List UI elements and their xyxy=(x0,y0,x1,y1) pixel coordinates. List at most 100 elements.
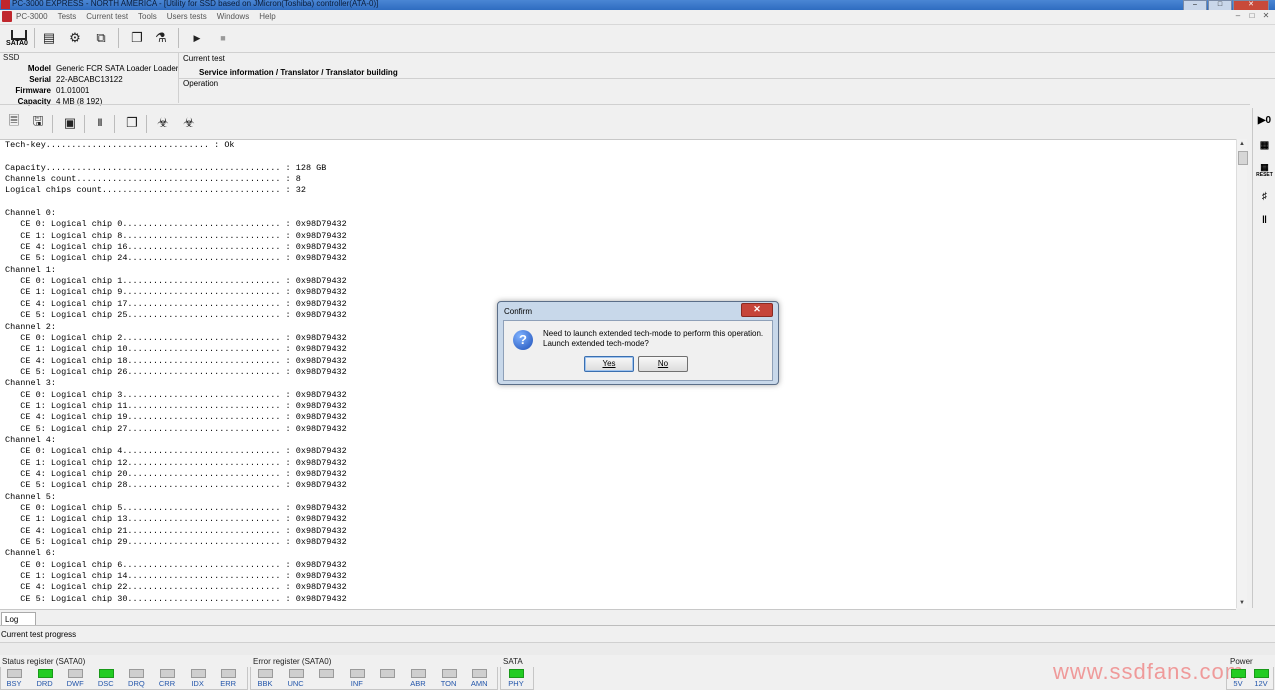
multi-device-icon[interactable]: ⧉ xyxy=(91,28,111,48)
progress-bar xyxy=(0,642,1275,655)
progress-label: Current test progress xyxy=(1,630,77,639)
no-label: No xyxy=(657,359,669,368)
led-label: PHY xyxy=(508,679,524,688)
log-line: CE 0: Logical chip 6....................… xyxy=(5,559,347,570)
copy-windows-icon[interactable]: ❐ xyxy=(127,28,147,48)
log-line: CE 5: Logical chip 24...................… xyxy=(5,253,347,264)
copy-icon[interactable]: ❐ xyxy=(122,113,142,133)
led-label: IDX xyxy=(191,679,204,688)
watermark: www.ssdfans.com xyxy=(1053,659,1245,684)
log-line: CE 4: Logical chip 20...................… xyxy=(5,468,347,479)
menu-windows[interactable]: Windows xyxy=(217,12,249,21)
log-line: CE 1: Logical chip 8....................… xyxy=(5,230,347,241)
log-line: CE 4: Logical chip 16...................… xyxy=(5,242,347,253)
menu-tests[interactable]: Tests xyxy=(58,12,77,21)
menu-tools[interactable]: Tools xyxy=(138,12,157,21)
tab-strip-line xyxy=(0,625,1275,626)
drive-info-icon[interactable]: ▤ xyxy=(39,28,59,48)
log-line: Logical chips count.....................… xyxy=(5,185,306,196)
play-icon[interactable]: ▶ xyxy=(187,28,207,48)
pause-side-icon[interactable]: ‖ xyxy=(1254,210,1275,230)
no-button[interactable]: No xyxy=(638,356,688,372)
scroll-down-icon[interactable]: ▼ xyxy=(1237,598,1247,608)
scroll-thumb[interactable] xyxy=(1238,151,1248,165)
led-unused xyxy=(380,669,396,678)
led-err xyxy=(221,669,237,678)
log-line: Channel 1: xyxy=(5,264,57,275)
dialog-message-line1: Need to launch extended tech-mode to per… xyxy=(543,329,764,338)
led-label: DRD xyxy=(36,679,53,688)
sata0-button[interactable]: SATA0 xyxy=(4,28,30,50)
log-line: Channel 6: xyxy=(5,548,57,559)
log-line: CE 0: Logical chip 5....................… xyxy=(5,503,347,513)
led-inf xyxy=(349,669,365,678)
settings-gear-icon[interactable]: ⚙ xyxy=(65,28,85,48)
log-line: Channel 0: xyxy=(5,208,57,219)
confirm-dialog: Confirm ✕ ? Need to launch extended tech… xyxy=(497,301,779,385)
usb-connect-icon[interactable]: ♯ xyxy=(1254,186,1275,206)
log-line: CE 0: Logical chip 1....................… xyxy=(5,276,347,287)
serial-label: Serial xyxy=(29,75,51,84)
save-file-icon[interactable]: 🖫 xyxy=(28,113,48,133)
scroll-up-icon[interactable]: ▲ xyxy=(1237,139,1247,149)
led-label: ERR xyxy=(220,679,237,688)
log-line: CE 5: Logical chip 28...................… xyxy=(5,480,347,491)
log-line: Channel 5: xyxy=(5,491,57,502)
disk-icon[interactable]: ▣ xyxy=(60,113,80,133)
model-label: Model xyxy=(27,64,51,73)
led-label: DRQ xyxy=(128,679,145,688)
firmware-label: Firmware xyxy=(15,86,51,95)
menu-help[interactable]: Help xyxy=(259,12,275,21)
mdi-restore-button[interactable]: □ xyxy=(1247,11,1257,21)
reset-label: RESET xyxy=(1256,171,1273,178)
dialog-close-button[interactable]: ✕ xyxy=(741,303,773,317)
power-toggle-icon[interactable]: ▶0 xyxy=(1254,110,1275,130)
led-bbk xyxy=(258,669,273,678)
app-menu-icon[interactable] xyxy=(2,11,12,22)
current-test-panel: Current test Service information / Trans… xyxy=(178,53,1275,103)
pause-icon[interactable]: ‖ xyxy=(90,113,110,133)
log-scrollbar[interactable]: ▲ ▼ xyxy=(1236,139,1248,608)
tools-icon[interactable]: ⚗ xyxy=(151,28,171,48)
sata-title: SATA xyxy=(503,657,523,666)
mdi-minimize-button[interactable]: – xyxy=(1233,11,1243,21)
led-drq xyxy=(129,669,145,678)
menu-users-tests[interactable]: Users tests xyxy=(167,12,207,21)
question-icon: ? xyxy=(513,330,533,350)
dialog-message: Need to launch extended tech-mode to per… xyxy=(543,329,763,349)
hardware-board-icon[interactable]: ▦ xyxy=(1254,135,1275,155)
menu-current-test[interactable]: Current test xyxy=(86,12,128,21)
led-dsc xyxy=(98,669,114,678)
menu-pc3000[interactable]: PC-3000 xyxy=(16,12,48,21)
title-bar: PC-3000 EXPRESS - NORTH AMERICA - [Utili… xyxy=(0,0,1275,11)
reset-button[interactable]: ▦ RESET xyxy=(1254,160,1275,180)
led-5v xyxy=(1231,669,1246,678)
stop-icon[interactable]: ■ xyxy=(213,28,233,48)
mdi-controls: – □ ✕ xyxy=(1233,11,1271,21)
log-line: CE 0: Logical chip 0....................… xyxy=(5,219,347,230)
model-value: Generic FCR SATA Loader Loader xyxy=(56,64,179,73)
mdi-close-button[interactable]: ✕ xyxy=(1261,11,1271,21)
yes-button[interactable]: Yes xyxy=(584,356,634,372)
yes-label: Yes xyxy=(602,359,616,368)
led-label: BSY xyxy=(6,679,22,688)
log-line: CE 1: Logical chip 13...................… xyxy=(5,514,347,525)
led-ton xyxy=(441,669,457,678)
log-line: CE 1: Logical chip 12...................… xyxy=(5,457,347,468)
log-line: CE 4: Logical chip 21...................… xyxy=(5,525,347,536)
log-line: CE 5: Logical chip 27...................… xyxy=(5,423,347,434)
menu-bar: PC-3000 Tests Current test Tools Users t… xyxy=(0,10,1275,25)
ssd-group-label: SSD xyxy=(3,53,20,62)
led-bsy xyxy=(7,669,22,678)
open-file-icon[interactable]: 🗏 xyxy=(4,113,24,133)
find-icon[interactable]: ☣ xyxy=(153,113,173,133)
log-line: CE 1: Logical chip 11...................… xyxy=(5,400,347,411)
led-12v xyxy=(1254,669,1269,678)
current-test-label: Current test xyxy=(183,54,225,63)
right-tool-panel: ▶0 ▦ ▦ RESET ♯ ‖ xyxy=(1252,108,1275,608)
led-label: CRR xyxy=(158,679,176,688)
led-idx xyxy=(190,669,206,678)
tab-log[interactable]: Log xyxy=(1,612,36,626)
find-next-icon[interactable]: ☣ xyxy=(179,113,199,133)
